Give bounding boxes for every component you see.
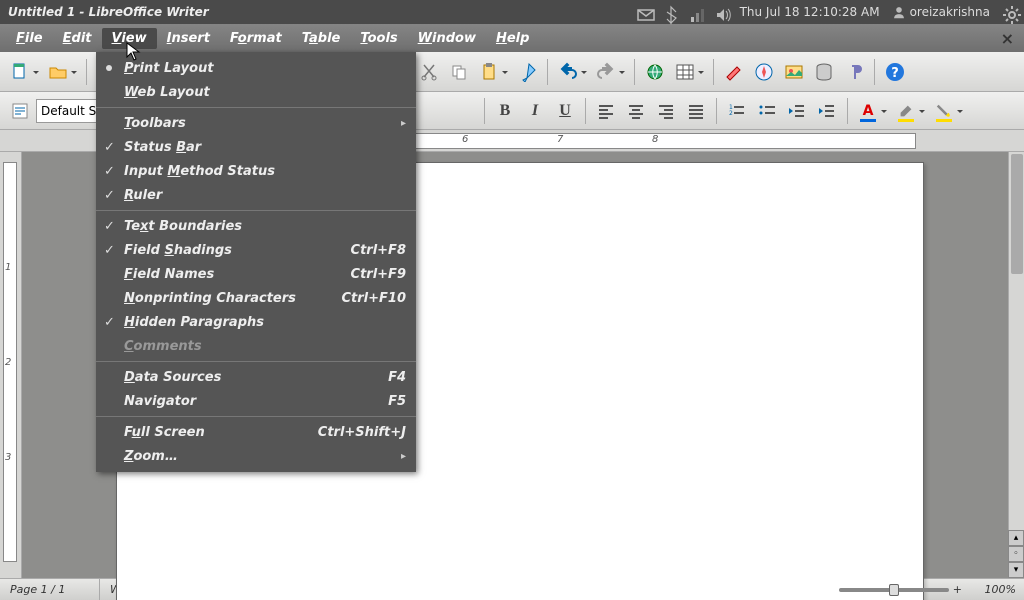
undo-button[interactable] — [554, 58, 582, 86]
menu-item-field-shadings[interactable]: ✓Field ShadingsCtrl+F8 — [96, 238, 416, 262]
hyperlink-button[interactable] — [641, 58, 669, 86]
nonprinting-button[interactable] — [840, 58, 868, 86]
menu-table[interactable]: Table — [292, 28, 351, 49]
menu-item-full-screen[interactable]: Full ScreenCtrl+Shift+J — [96, 420, 416, 444]
menu-insert[interactable]: Insert — [157, 28, 220, 49]
menu-item-field-names[interactable]: Field NamesCtrl+F9 — [96, 262, 416, 286]
menu-item-data-sources[interactable]: Data SourcesF4 — [96, 365, 416, 389]
zoom-value[interactable]: 100% — [966, 583, 1016, 596]
volume-tray-icon[interactable] — [714, 5, 728, 19]
next-page-button[interactable]: ▾ — [1008, 562, 1024, 578]
show-draw-button[interactable] — [720, 58, 748, 86]
bluetooth-tray-icon[interactable] — [662, 5, 676, 19]
format-paintbrush-button[interactable] — [513, 58, 541, 86]
view-menu-dropdown: Print LayoutWeb Layout Toolbars▸✓Status B… — [96, 52, 416, 472]
network-tray-icon[interactable] — [688, 5, 702, 19]
menu-item-status-bar[interactable]: ✓Status Bar — [96, 135, 416, 159]
nav-target-button[interactable]: ◦ — [1008, 546, 1024, 562]
document-close-button[interactable]: × — [1001, 29, 1018, 48]
new-button[interactable] — [6, 58, 34, 86]
menu-item-toolbars[interactable]: Toolbars▸ — [96, 111, 416, 135]
datasources-button[interactable] — [810, 58, 838, 86]
menu-item-nonprinting-characters[interactable]: Nonprinting CharactersCtrl+F10 — [96, 286, 416, 310]
menu-item-ruler[interactable]: ✓Ruler — [96, 183, 416, 207]
align-justify-button[interactable] — [682, 97, 710, 125]
menu-item-navigator[interactable]: NavigatorF5 — [96, 389, 416, 413]
menu-item-hidden-paragraphs[interactable]: ✓Hidden Paragraphs — [96, 310, 416, 334]
align-center-button[interactable] — [622, 97, 650, 125]
menu-item-web-layout[interactable]: Web Layout — [96, 80, 416, 104]
navigator-button[interactable] — [750, 58, 778, 86]
vertical-ruler[interactable]: 1 2 3 — [0, 152, 22, 578]
mail-tray-icon[interactable] — [636, 5, 650, 19]
cut-button[interactable] — [415, 58, 443, 86]
settings-tray-icon[interactable] — [1002, 5, 1016, 19]
menu-edit[interactable]: Edit — [53, 28, 102, 49]
scrollbar-thumb[interactable] — [1011, 154, 1023, 274]
window-title: Untitled 1 - LibreOffice Writer — [0, 5, 636, 19]
bold-button[interactable]: B — [491, 97, 519, 125]
highlight-button[interactable] — [892, 97, 920, 125]
user-menu[interactable]: oreizakrishna — [892, 5, 990, 19]
menu-window[interactable]: Window — [408, 28, 486, 49]
zoom-slider[interactable] — [839, 588, 949, 592]
align-left-button[interactable] — [592, 97, 620, 125]
status-page[interactable]: Page 1 / 1 — [0, 579, 100, 600]
align-right-button[interactable] — [652, 97, 680, 125]
menu-item-zoom[interactable]: Zoom…▸ — [96, 444, 416, 468]
table-button[interactable] — [671, 58, 699, 86]
prev-page-button[interactable]: ▴ — [1008, 530, 1024, 546]
svg-text:2: 2 — [729, 110, 733, 117]
paste-button[interactable] — [475, 58, 503, 86]
help-button[interactable]: ? — [881, 58, 909, 86]
clock[interactable]: Thu Jul 18 12:10:28 AM — [740, 5, 880, 19]
menu-format[interactable]: Format — [220, 28, 292, 49]
italic-button[interactable]: I — [521, 97, 549, 125]
underline-button[interactable]: U — [551, 97, 579, 125]
font-color-button[interactable]: A — [854, 97, 882, 125]
styles-dialog-button[interactable] — [6, 97, 34, 125]
zoom-in-icon[interactable]: + — [953, 583, 962, 596]
menu-bar: File Edit View Insert Format Table Tools… — [0, 24, 1024, 52]
menu-file[interactable]: File — [6, 28, 53, 49]
svg-text:?: ? — [891, 66, 899, 81]
menu-item-input-method-status[interactable]: ✓Input Method Status — [96, 159, 416, 183]
redo-button[interactable] — [592, 58, 620, 86]
copy-button[interactable] — [445, 58, 473, 86]
menu-item-comments: Comments — [96, 334, 416, 358]
menu-help[interactable]: Help — [486, 28, 539, 49]
menu-view[interactable]: View — [102, 28, 157, 49]
menu-tools[interactable]: Tools — [350, 28, 407, 49]
background-color-button[interactable] — [930, 97, 958, 125]
gallery-button[interactable] — [780, 58, 808, 86]
user-icon — [892, 5, 906, 19]
vertical-scrollbar[interactable]: ▴ ◦ ▾ — [1008, 152, 1024, 578]
open-button[interactable] — [44, 58, 72, 86]
increase-indent-button[interactable] — [813, 97, 841, 125]
menu-item-print-layout[interactable]: Print Layout — [96, 56, 416, 80]
bullet-list-button[interactable] — [753, 97, 781, 125]
menu-item-text-boundaries[interactable]: ✓Text Boundaries — [96, 214, 416, 238]
numbered-list-button[interactable]: 12 — [723, 97, 751, 125]
decrease-indent-button[interactable] — [783, 97, 811, 125]
os-top-bar: Untitled 1 - LibreOffice Writer Thu Jul … — [0, 0, 1024, 24]
